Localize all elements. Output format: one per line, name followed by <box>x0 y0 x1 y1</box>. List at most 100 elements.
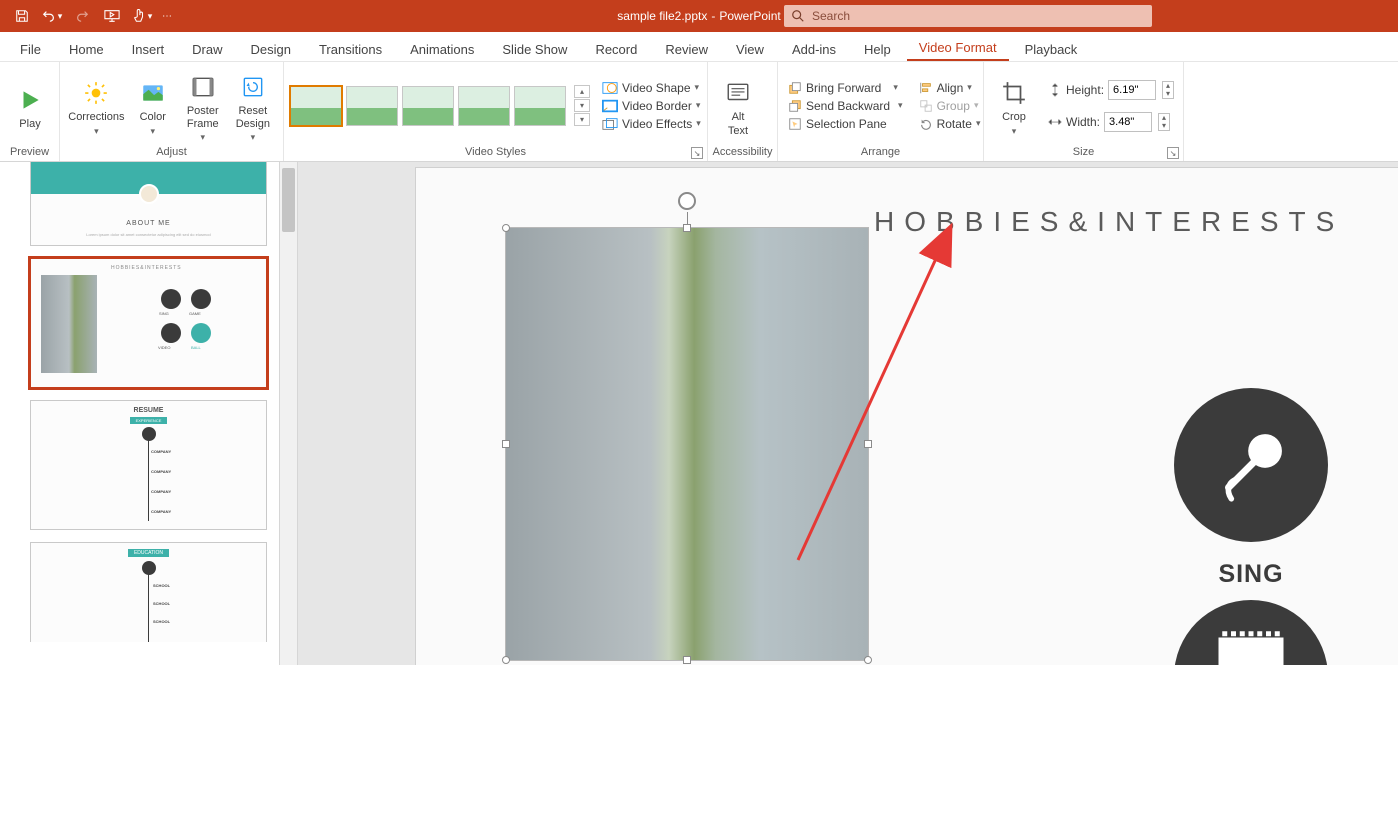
tab-video-format[interactable]: Video Format <box>907 34 1009 61</box>
sing-label: SING <box>1174 560 1328 589</box>
tab-transitions[interactable]: Transitions <box>307 36 394 61</box>
resize-handle-r[interactable] <box>864 440 872 448</box>
tab-addins[interactable]: Add-ins <box>780 36 848 61</box>
poster-frame-button[interactable]: Poster Frame ▾ <box>179 67 227 145</box>
slide-thumb-2[interactable]: 2 ✱ HOBBIES&INTERESTS SING GAME VIDEO BA… <box>30 258 267 388</box>
color-button[interactable]: Color▾ <box>129 73 177 137</box>
video-shape-button[interactable]: Video Shape▾ <box>598 79 705 97</box>
present-from-start-button[interactable] <box>98 4 126 28</box>
bring-forward-button[interactable]: Bring Forward▾ <box>784 79 907 97</box>
search-box[interactable] <box>784 5 1152 27</box>
workspace: ABOUT ME Lorem ipsum dolor sit amet cons… <box>0 162 1398 665</box>
tab-view[interactable]: View <box>724 36 776 61</box>
slide-thumbs-panel[interactable]: ABOUT ME Lorem ipsum dolor sit amet cons… <box>0 162 280 665</box>
tab-design[interactable]: Design <box>239 36 303 61</box>
width-input[interactable] <box>1104 112 1152 132</box>
tab-playback[interactable]: Playback <box>1013 36 1090 61</box>
group-label-adjust: Adjust <box>60 146 283 161</box>
style-thumb-1[interactable] <box>290 86 342 126</box>
height-input[interactable] <box>1108 80 1156 100</box>
video-icon-circle[interactable] <box>1174 600 1328 665</box>
group-adjust: Corrections▾ Color▾ Poster Frame ▾ Reset… <box>60 62 284 161</box>
search-input[interactable] <box>812 9 1152 23</box>
slide-thumb-1[interactable]: ABOUT ME Lorem ipsum dolor sit amet cons… <box>30 162 267 246</box>
customize-qat-button[interactable]: ⋯ <box>158 4 176 28</box>
app-name: PowerPoint <box>719 9 780 23</box>
undo-button[interactable]: ▾ <box>38 4 66 28</box>
selection-pane-icon <box>788 117 802 131</box>
group-label-size: Size ↘ <box>984 146 1183 161</box>
tab-file[interactable]: File <box>8 36 53 61</box>
group-preview: Play Preview <box>0 62 60 161</box>
color-icon <box>137 77 169 109</box>
touch-mode-button[interactable]: ▾ <box>128 4 156 28</box>
resize-handle-bl[interactable] <box>502 656 510 664</box>
group-objects-button[interactable]: Group▾ <box>915 97 985 115</box>
align-icon <box>919 81 933 95</box>
tab-animations[interactable]: Animations <box>398 36 486 61</box>
video-effects-button[interactable]: Video Effects▾ <box>598 115 705 133</box>
corrections-label: Corrections▾ <box>68 111 124 137</box>
title-text: sample file2.pptx - PowerPoint <box>617 9 780 23</box>
sing-icon-circle[interactable] <box>1174 388 1328 542</box>
height-spinner[interactable]: ▴▾ <box>1162 81 1174 99</box>
style-thumb-3[interactable] <box>402 86 454 126</box>
dialog-launcher-size[interactable]: ↘ <box>1167 147 1179 159</box>
brightness-icon <box>80 77 112 109</box>
thumbs-scrollbar[interactable] <box>280 162 298 665</box>
resize-handle-tl[interactable] <box>502 224 510 232</box>
slide-thumb-3[interactable]: 3 RESUME EXPERIENCE COMPANY COMPANY COMP… <box>30 400 267 530</box>
resize-handle-br[interactable] <box>864 656 872 664</box>
redo-button[interactable] <box>68 4 96 28</box>
width-icon <box>1048 115 1062 129</box>
rotate-icon <box>919 117 933 131</box>
border-icon <box>602 99 618 113</box>
rotate-handle[interactable] <box>678 192 696 210</box>
width-label: Width: <box>1066 115 1100 129</box>
resize-handle-l[interactable] <box>502 440 510 448</box>
save-button[interactable] <box>8 4 36 28</box>
reset-design-button[interactable]: Reset Design ▾ <box>229 67 277 145</box>
selection-pane-button[interactable]: Selection Pane <box>784 115 907 133</box>
dialog-launcher-styles[interactable]: ↘ <box>691 147 703 159</box>
resize-handle-t[interactable] <box>683 224 691 232</box>
width-spinner[interactable]: ▴▾ <box>1158 113 1170 131</box>
slide-canvas[interactable]: HOBBIES&INTERESTS SING <box>416 168 1398 665</box>
send-backward-button[interactable]: Send Backward▾ <box>784 97 907 115</box>
width-row: Width: ▴▾ <box>1044 110 1178 134</box>
rotate-button[interactable]: Rotate▾ <box>915 115 985 133</box>
slide-thumb-4[interactable]: 4 EDUCATION SCHOOL SCHOOL SCHOOL <box>30 542 267 642</box>
tab-review[interactable]: Review <box>653 36 720 61</box>
style-thumb-2[interactable] <box>346 86 398 126</box>
resize-handle-b[interactable] <box>683 656 691 664</box>
alt-text-button[interactable]: Alt Text <box>714 73 762 137</box>
gallery-down-button[interactable]: ▾ <box>574 99 590 112</box>
tab-record[interactable]: Record <box>583 36 649 61</box>
alt-text-label: Alt Text <box>728 111 748 137</box>
style-thumb-4[interactable] <box>458 86 510 126</box>
tab-slideshow[interactable]: Slide Show <box>490 36 579 61</box>
scrollbar-thumb[interactable] <box>282 168 295 232</box>
corrections-button[interactable]: Corrections▾ <box>66 73 127 137</box>
tab-draw[interactable]: Draw <box>180 36 234 61</box>
style-thumb-5[interactable] <box>514 86 566 126</box>
tab-home[interactable]: Home <box>57 36 116 61</box>
crop-label: Crop▾ <box>1002 111 1026 137</box>
style-gallery[interactable]: ▴ ▾ ▾ <box>290 85 590 126</box>
gallery-more-button[interactable]: ▾ <box>574 113 590 126</box>
align-button[interactable]: Align▾ <box>915 79 985 97</box>
video-border-button[interactable]: Video Border▾ <box>598 97 705 115</box>
crop-button[interactable]: Crop▾ <box>990 73 1038 137</box>
color-label: Color▾ <box>140 111 166 137</box>
gallery-up-button[interactable]: ▴ <box>574 85 590 98</box>
slide-title[interactable]: HOBBIES&INTERESTS <box>874 206 1344 238</box>
tab-help[interactable]: Help <box>852 36 903 61</box>
height-icon <box>1048 83 1062 97</box>
caret-icon: ▾ <box>56 11 63 22</box>
video-object[interactable] <box>506 228 868 660</box>
tab-insert[interactable]: Insert <box>120 36 177 61</box>
shape-icon <box>602 81 618 95</box>
play-button[interactable]: Play <box>6 80 54 131</box>
alt-text-icon <box>722 77 754 109</box>
slide-editor[interactable]: HOBBIES&INTERESTS SING <box>298 162 1398 665</box>
